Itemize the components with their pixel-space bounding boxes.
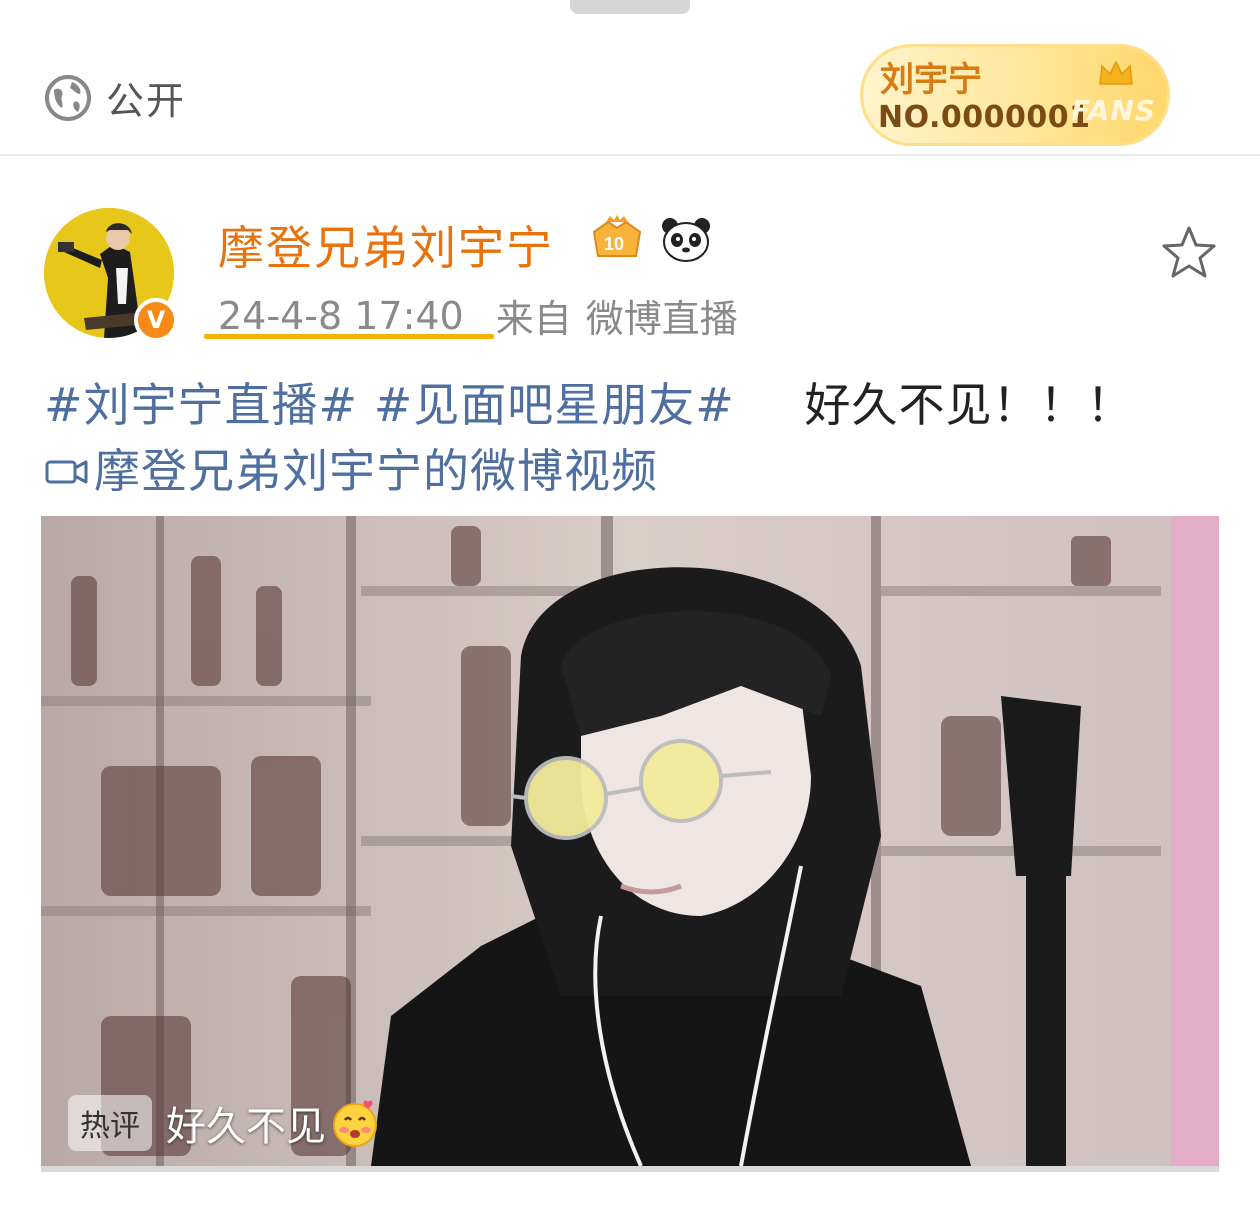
hot-comment[interactable]: 热评 好久不见 (68, 1094, 380, 1152)
visibility-indicator[interactable]: 公开 (44, 70, 186, 125)
star-icon[interactable] (1160, 224, 1218, 280)
top-bar: 公开 刘宇宁 NO.0000001 FANS (0, 0, 1260, 156)
timestamp-highlight-underline (204, 334, 494, 339)
video-link-text: 摩登兄弟刘宇宁的微博视频 (94, 444, 658, 498)
video-camera-icon (45, 460, 88, 484)
blushing-emoji-icon (333, 1100, 377, 1147)
crown-icon (1099, 60, 1133, 85)
hashtag-link[interactable]: #见面吧星朋友# (374, 378, 735, 432)
hashtag-link[interactable]: #刘宇宁直播# (44, 378, 358, 432)
fans-badge[interactable]: 刘宇宁 NO.0000001 FANS (860, 44, 1170, 146)
post-body-text: 好久不见！！！ (804, 378, 1134, 432)
fans-badge-number: NO.0000001 (878, 100, 1091, 135)
hot-comment-text: 好久不见 (166, 1104, 326, 1150)
source-prefix: 来自 (495, 297, 572, 341)
video-link[interactable]: 摩登兄弟刘宇宁的微博视频 (44, 438, 658, 504)
visibility-label: 公开 (106, 79, 187, 123)
video-player[interactable] (41, 516, 1219, 1166)
post-text: #刘宇宁直播# #见面吧星朋友# 好久不见！！！ 摩登兄弟刘宇宁的微博视频 (44, 372, 1234, 505)
level-badge-text: 10 (604, 234, 624, 254)
video-progress-bar[interactable] (41, 1166, 1219, 1172)
level-badge-icon[interactable]: 10 (586, 214, 648, 262)
hot-comment-tag: 热评 (68, 1095, 152, 1151)
author-name[interactable]: 摩登兄弟刘宇宁 (218, 212, 554, 278)
video-thumbnail (41, 516, 1219, 1166)
globe-icon (45, 74, 91, 121)
fans-badge-word: FANS (1071, 94, 1156, 127)
verified-badge: V (134, 298, 178, 342)
post-header: V 摩登兄弟刘宇宁 10 24-4-8 17:40 来自 微博直播 (0, 190, 1260, 350)
post-timestamp: 24-4-8 17:40 (218, 293, 464, 338)
panda-icon (662, 218, 710, 262)
source-name[interactable]: 微博直播 (586, 288, 738, 343)
fans-badge-name: 刘宇宁 (880, 60, 982, 100)
